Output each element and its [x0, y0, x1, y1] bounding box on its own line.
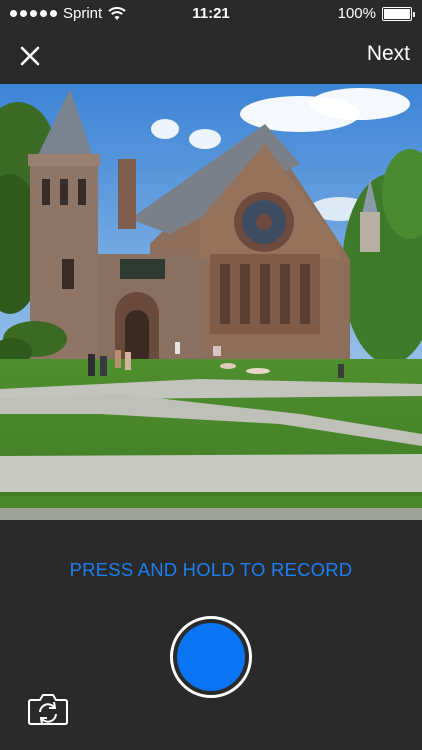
close-icon — [20, 46, 40, 66]
camera-switch-button[interactable] — [27, 692, 69, 726]
battery-icon — [382, 6, 415, 21]
status-bar: Sprint 11:21 100% — [0, 0, 422, 28]
camera-preview — [0, 84, 422, 520]
preview-image — [0, 84, 422, 520]
battery-percent: 100% — [337, 5, 376, 22]
camera-screen: Sprint 11:21 100% Next PRESS AND HOLD TO… — [0, 0, 422, 750]
battery-fill — [384, 8, 410, 19]
status-right: 100% — [337, 5, 415, 22]
close-button[interactable] — [14, 40, 46, 72]
next-button[interactable]: Next — [367, 42, 410, 66]
nav-bar: Next — [0, 28, 422, 84]
record-hint: PRESS AND HOLD TO RECORD — [69, 559, 353, 580]
record-button[interactable] — [170, 616, 252, 698]
record-button-inner — [177, 623, 245, 691]
camera-switch-icon — [28, 694, 68, 725]
